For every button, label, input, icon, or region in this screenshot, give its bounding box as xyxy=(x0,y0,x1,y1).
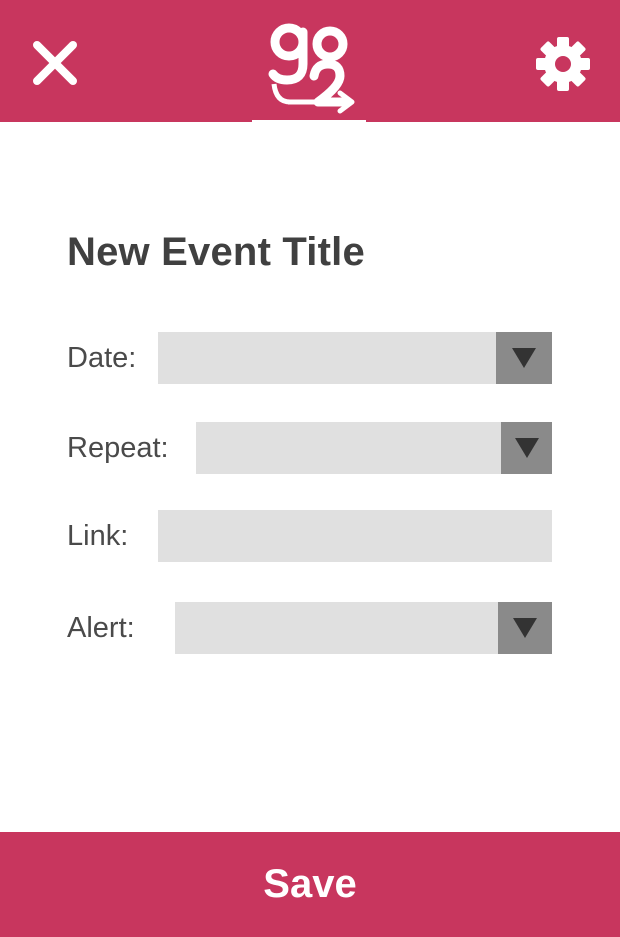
page-title: New Event Title xyxy=(67,230,365,274)
close-button[interactable] xyxy=(30,38,80,88)
triangle-down-icon xyxy=(515,438,539,458)
top-app-bar xyxy=(0,0,620,122)
alert-dropdown-button[interactable] xyxy=(498,602,552,654)
triangle-down-icon xyxy=(513,618,537,638)
close-icon xyxy=(33,41,77,85)
settings-button[interactable] xyxy=(535,36,591,92)
repeat-dropdown[interactable] xyxy=(196,422,552,474)
link-input[interactable] xyxy=(158,510,552,562)
triangle-down-icon xyxy=(512,348,536,368)
save-button-label: Save xyxy=(263,862,357,906)
gear-icon xyxy=(536,37,590,91)
link-label: Link: xyxy=(67,520,129,552)
repeat-label: Repeat: xyxy=(67,432,169,464)
date-dropdown-button[interactable] xyxy=(496,332,552,384)
date-label: Date: xyxy=(67,342,137,374)
app-logo xyxy=(266,18,356,116)
alert-label: Alert: xyxy=(67,612,135,644)
alert-dropdown[interactable] xyxy=(175,602,552,654)
date-dropdown[interactable] xyxy=(158,332,552,384)
repeat-dropdown-button[interactable] xyxy=(501,422,552,474)
event-form: New Event Title Date: Repeat: Link: Aler… xyxy=(0,122,620,832)
go2-logo-icon xyxy=(268,23,355,114)
save-button[interactable]: Save xyxy=(0,832,620,937)
